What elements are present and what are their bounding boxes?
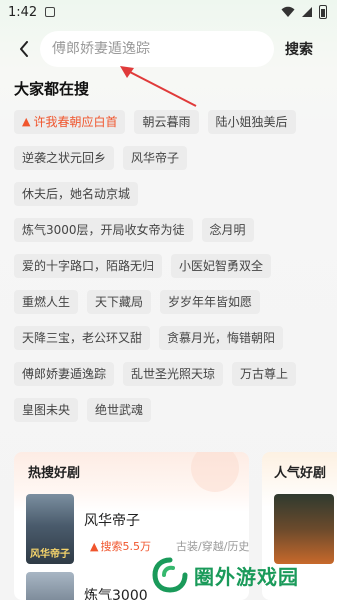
chip-row: 重燃人生 天下藏局 岁岁年年皆如愿 (14, 290, 332, 314)
flame-icon: ▲ (90, 539, 99, 553)
back-button[interactable] (14, 37, 34, 61)
hot-search-chip[interactable]: 贪慕月光，悔错朝阳 (159, 326, 284, 350)
wifi-icon (281, 6, 295, 17)
decorative-circle (191, 452, 239, 492)
hot-search-chip[interactable]: 重燃人生 (14, 290, 79, 314)
status-bar: 1:42 (0, 0, 337, 24)
cover-caption: 风华帝子 (30, 549, 70, 560)
search-button[interactable]: 搜索 (285, 39, 313, 59)
chip-row: 逆袭之状元回乡 风华帝子 (14, 146, 332, 170)
chip-row: 皇图未央 绝世武魂 (14, 398, 332, 422)
drama-cover[interactable]: 风华帝子 (26, 494, 74, 564)
status-right (281, 5, 327, 19)
hot-search-chip[interactable]: 念月明 (201, 218, 254, 242)
chip-row: 天降三宝，老公环又甜 贪慕月光，悔错朝阳 (14, 326, 332, 350)
watermark-logo-icon (152, 557, 188, 593)
hot-search-chip[interactable]: 万古尊上 (232, 362, 297, 386)
hot-search-chip[interactable]: 逆袭之状元回乡 (14, 146, 115, 170)
hot-search-chip[interactable]: 朝云暮雨 (134, 110, 199, 134)
search-input[interactable] (52, 41, 274, 57)
notification-icon (45, 7, 56, 17)
hot-search-chip[interactable]: 皇图未央 (14, 398, 79, 422)
popular-dramas-title: 人气好剧 (274, 466, 327, 481)
hot-search-chip[interactable]: 绝世武魂 (87, 398, 152, 422)
hot-search-chip[interactable]: ▲ 许我春朝应白首 (14, 110, 126, 134)
hot-search-chip[interactable]: 风华帝子 (123, 146, 188, 170)
chip-row: 爱的十字路口，陌路无归 小医妃智勇双全 (14, 254, 332, 278)
drama-cover[interactable] (26, 572, 74, 600)
signal-icon (302, 7, 312, 17)
hot-search-chip[interactable]: 爱的十字路口，陌路无归 (14, 254, 163, 278)
chip-row: 傅郎娇妻遁逸踪 乱世圣光照天琼 万古尊上 (14, 362, 332, 386)
watermark: 圈外游戏园 (152, 552, 332, 598)
chevron-left-icon (20, 41, 28, 57)
annotation-arrow (120, 66, 197, 107)
hot-search-title: 大家都在搜 (14, 80, 90, 98)
chip-row: 休夫后，她名动京城 (14, 182, 332, 206)
hot-search-chip[interactable]: 陆小姐独美后 (207, 110, 296, 134)
hot-search-chip[interactable]: 炼气3000层，开局收女帝为徒 (14, 218, 193, 242)
hot-search-chip[interactable]: 小医妃智勇双全 (171, 254, 272, 278)
hot-search-chip[interactable]: 乱世圣光照天琼 (123, 362, 224, 386)
battery-icon (319, 5, 327, 19)
drama-title[interactable]: 风华帝子 (84, 510, 140, 530)
drama-heat: ▲ 搜索5.5万 (90, 538, 151, 554)
chip-row: 炼气3000层，开局收女帝为徒 念月明 (14, 218, 332, 242)
hot-dramas-title: 热搜好剧 (28, 466, 81, 481)
status-left: 1:42 (8, 4, 56, 20)
heat-label: 搜索5.5万 (100, 540, 151, 553)
hot-search-chip[interactable]: 天降三宝，老公环又甜 (14, 326, 151, 350)
hot-search-chip[interactable]: 傅郎娇妻遁逸踪 (14, 362, 115, 386)
hot-search-chip[interactable]: 天下藏局 (87, 290, 152, 314)
hot-search-chip[interactable]: 休夫后，她名动京城 (14, 182, 139, 206)
hot-search-chip[interactable]: 岁岁年年皆如愿 (160, 290, 261, 314)
hot-search-chips: ▲ 许我春朝应白首 朝云暮雨 陆小姐独美后 逆袭之状元回乡 风华帝子 休夫后，她… (14, 110, 332, 434)
chip-row: ▲ 许我春朝应白首 朝云暮雨 陆小姐独美后 (14, 110, 332, 134)
drama-title[interactable]: 炼气3000 (84, 585, 148, 600)
chip-label: 许我春朝应白首 (33, 115, 118, 129)
watermark-text: 圈外游戏园 (194, 564, 299, 589)
flame-icon: ▲ (22, 115, 31, 128)
status-time: 1:42 (8, 4, 38, 20)
